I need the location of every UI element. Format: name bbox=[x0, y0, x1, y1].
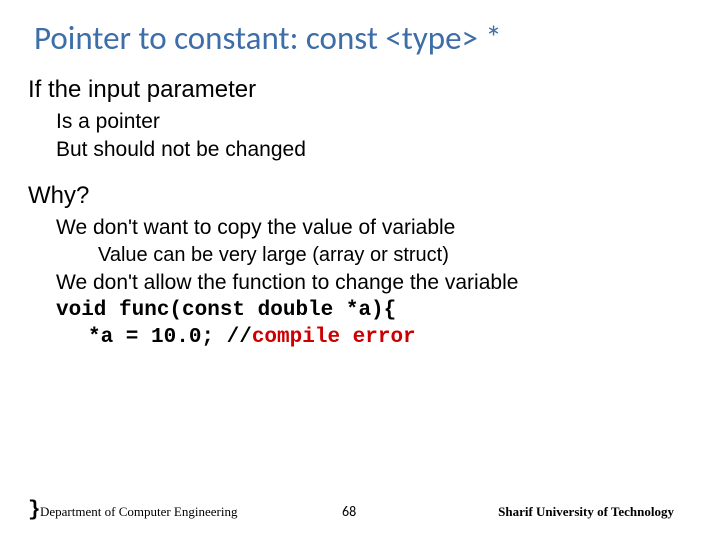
bullet-no-change: We don't allow the function to change th… bbox=[56, 271, 692, 295]
bullet-is-pointer: Is a pointer bbox=[56, 110, 692, 134]
code-error: compile error bbox=[252, 326, 416, 349]
code-line-3: } bbox=[28, 499, 41, 522]
footer-dept: Department of Computer Engineering bbox=[40, 504, 237, 520]
bullet-not-changed: But should not be changed bbox=[56, 138, 692, 162]
slide-content: Pointer to constant: const <type> * If t… bbox=[0, 0, 720, 349]
code-line-1: void func(const double *a){ bbox=[56, 299, 692, 322]
code-line-2: *a = 10.0; //compile error bbox=[88, 326, 692, 349]
bullet-large-value: Value can be very large (array or struct… bbox=[98, 244, 692, 267]
bullet-no-copy: We don't want to copy the value of varia… bbox=[56, 216, 692, 240]
bullet-input-param: If the input parameter bbox=[28, 76, 692, 104]
bullet-why: Why? bbox=[28, 182, 692, 210]
footer-page: 68 bbox=[342, 503, 356, 520]
slide-title: Pointer to constant: const <type> * bbox=[34, 18, 692, 58]
code-assign: *a = 10.0; // bbox=[88, 326, 252, 349]
footer-univ: Sharif University of Technology bbox=[498, 504, 674, 520]
